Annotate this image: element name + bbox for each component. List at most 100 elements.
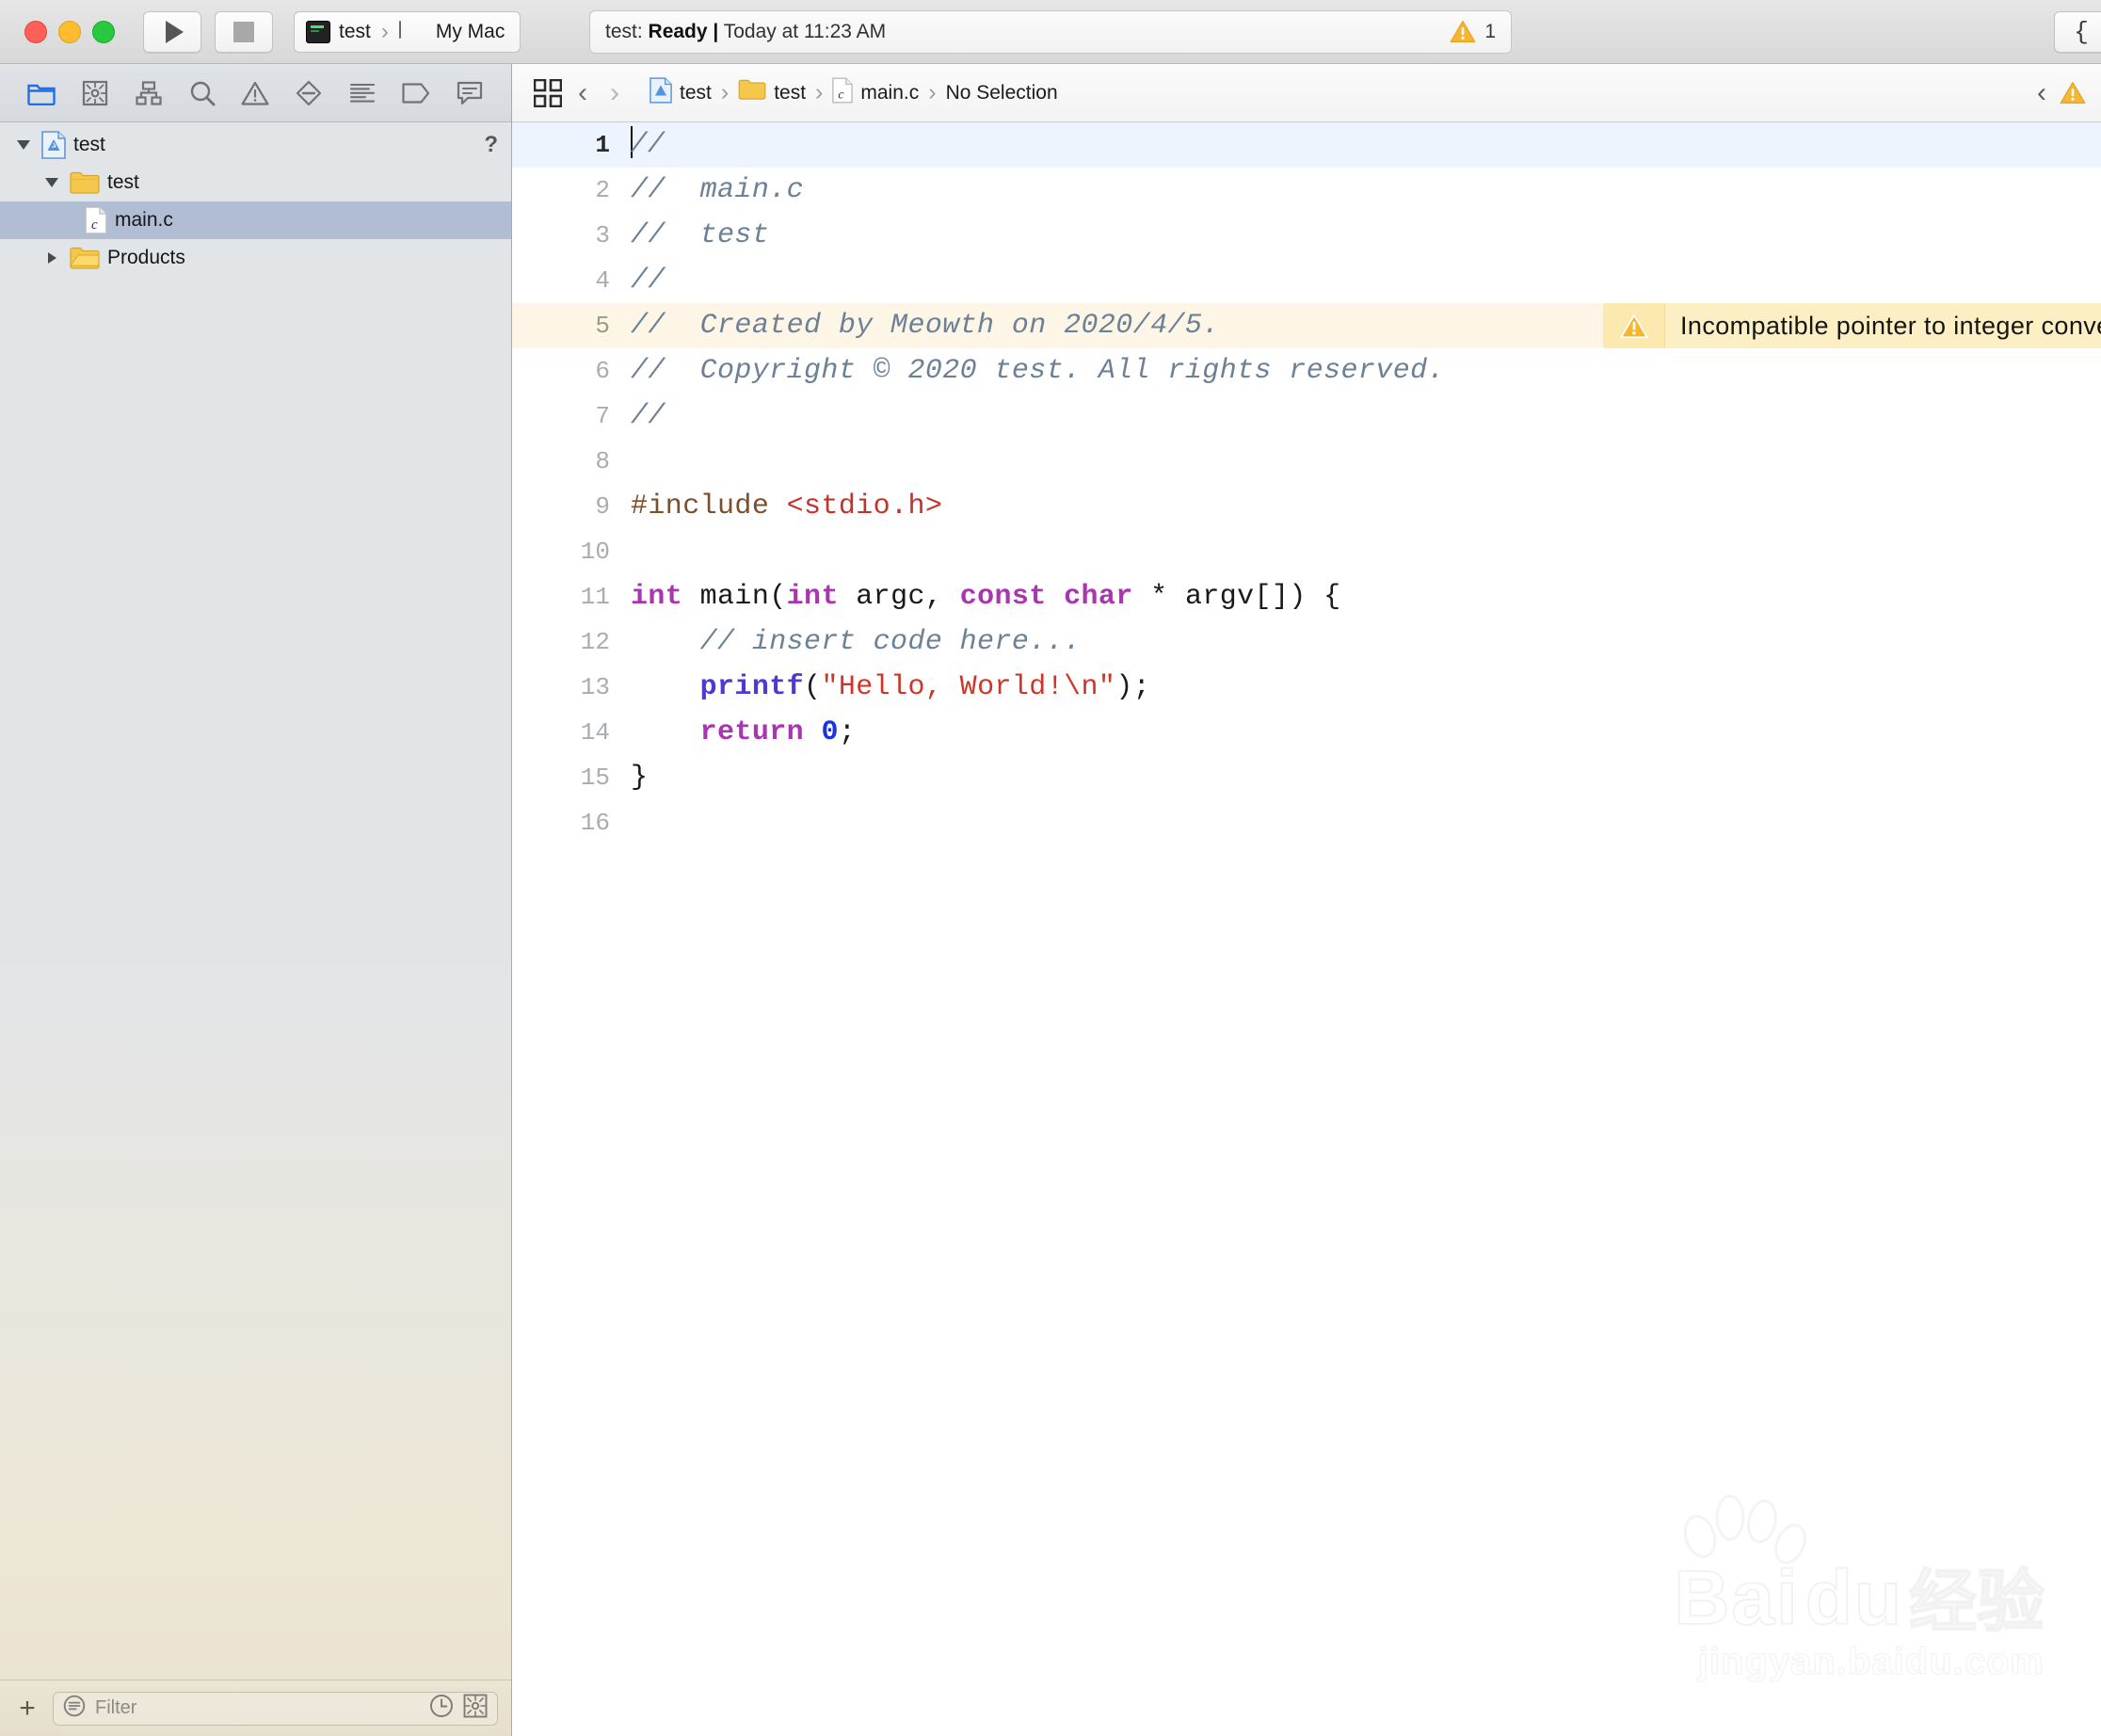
code-line-text[interactable]: // bbox=[629, 122, 2101, 168]
run-button[interactable] bbox=[143, 10, 201, 53]
navigator-filter-bar: + Filter bbox=[0, 1680, 511, 1736]
line-number: 5 bbox=[595, 312, 610, 340]
code-line-text[interactable]: // main.c bbox=[629, 168, 2101, 213]
report-navigator-icon[interactable] bbox=[454, 77, 486, 109]
stop-button[interactable] bbox=[215, 10, 273, 53]
line-number: 2 bbox=[595, 176, 610, 204]
my-mac-icon bbox=[398, 20, 427, 42]
add-item-button[interactable]: + bbox=[11, 1694, 43, 1723]
code-token: 0 bbox=[821, 716, 839, 748]
chevron-left-icon[interactable]: ‹ bbox=[2037, 78, 2046, 107]
debug-navigator-icon[interactable] bbox=[346, 77, 378, 109]
standard-editor-button[interactable]: { bbox=[2054, 10, 2101, 53]
tree-row-folder-test[interactable]: test bbox=[0, 164, 511, 201]
code-line[interactable]: 2 // main.c bbox=[512, 168, 2101, 213]
code-token: return bbox=[699, 716, 805, 748]
line-number: 13 bbox=[580, 673, 610, 701]
chevron-right-icon: › bbox=[815, 79, 824, 105]
code-line-text[interactable]: // insert code here... bbox=[629, 619, 2101, 665]
code-line[interactable]: 1 // bbox=[512, 122, 2101, 168]
folder-icon bbox=[738, 79, 766, 106]
source-control-navigator-icon[interactable] bbox=[79, 77, 111, 109]
code-line-text[interactable]: printf("Hello, World!\n"); bbox=[629, 665, 2101, 710]
activity-status-bar[interactable]: test: Ready | Today at 11:23 AM 1 bbox=[589, 9, 1512, 54]
svg-text:c: c bbox=[839, 87, 844, 101]
folder-icon bbox=[70, 171, 100, 195]
editor-pane: ‹ › test › test › c main.c › No Selectio… bbox=[512, 64, 2101, 1736]
scheme-selector[interactable]: test › My Mac bbox=[294, 10, 521, 53]
code-line[interactable]: 16 bbox=[512, 800, 2101, 845]
code-line-text[interactable]: } bbox=[629, 755, 2101, 800]
disclosure-triangle-icon[interactable] bbox=[41, 248, 62, 268]
code-line-text[interactable]: // Created by Meowth on 2020/4/5. Incompa… bbox=[629, 303, 2101, 348]
disclosure-triangle-icon[interactable] bbox=[13, 135, 34, 155]
folder-icon bbox=[70, 247, 100, 270]
code-line[interactable]: 5 // Created by Meowth on 2020/4/5. Incomp… bbox=[512, 303, 2101, 348]
minimize-window-button[interactable] bbox=[58, 20, 81, 43]
breadcrumb-item-file[interactable]: c main.c bbox=[826, 76, 924, 109]
source-code-editor[interactable]: 1 // 2 // main.c 3 // test 4 // 5 // Created by M… bbox=[512, 122, 2101, 1736]
back-button[interactable]: ‹ bbox=[567, 78, 599, 107]
line-number: 9 bbox=[595, 492, 610, 521]
breadcrumb-item-selection[interactable]: No Selection bbox=[940, 82, 1064, 104]
forward-button[interactable]: › bbox=[599, 78, 631, 107]
code-line[interactable]: 6 // Copyright © 2020 test. All rights re… bbox=[512, 348, 2101, 394]
code-line[interactable]: 10 bbox=[512, 529, 2101, 574]
project-navigator-tree[interactable]: test ? test c main.c Products bbox=[0, 122, 511, 1680]
line-number: 3 bbox=[595, 221, 610, 249]
filter-input-container[interactable]: Filter bbox=[53, 1691, 498, 1726]
breadcrumb-item-folder[interactable]: test bbox=[732, 79, 811, 106]
source-control-filter-icon[interactable] bbox=[463, 1694, 488, 1723]
window-toolbar: test › My Mac test: Ready | Today at 11:… bbox=[0, 0, 2101, 64]
code-line[interactable]: 3 // test bbox=[512, 213, 2101, 258]
recent-icon[interactable] bbox=[429, 1694, 454, 1723]
breadcrumb-label: test bbox=[774, 81, 807, 104]
tree-row-main-c[interactable]: c main.c bbox=[0, 201, 511, 239]
standard-editor-icon: { bbox=[2074, 17, 2089, 46]
code-line-text[interactable]: int main(int argc, const char * argv[]) … bbox=[629, 574, 2101, 619]
zoom-window-button[interactable] bbox=[92, 20, 115, 43]
breakpoint-navigator-icon[interactable] bbox=[400, 77, 432, 109]
code-line[interactable]: 13 printf("Hello, World!\n"); bbox=[512, 665, 2101, 710]
test-navigator-icon[interactable] bbox=[293, 77, 325, 109]
breadcrumb-item-project[interactable]: test bbox=[644, 76, 717, 109]
issue-count-chip[interactable]: 1 bbox=[1450, 20, 1496, 43]
warning-triangle-icon[interactable] bbox=[2060, 81, 2086, 104]
disclosure-triangle-icon[interactable] bbox=[41, 172, 62, 193]
code-token: ); bbox=[1115, 671, 1151, 703]
code-line[interactable]: 9 #include <stdio.h> bbox=[512, 484, 2101, 529]
tree-row-project[interactable]: test ? bbox=[0, 126, 511, 164]
code-token: int bbox=[631, 581, 683, 613]
code-line[interactable]: 14 return 0; bbox=[512, 710, 2101, 755]
code-line[interactable]: 11 int main(int argc, const char * argv[]… bbox=[512, 574, 2101, 619]
code-line[interactable]: 12 // insert code here... bbox=[512, 619, 2101, 665]
watermark-cn: 经验 bbox=[1908, 1562, 2045, 1641]
code-line-text[interactable]: // bbox=[629, 394, 2101, 439]
related-items-icon[interactable] bbox=[529, 74, 567, 112]
code-line-text[interactable]: // bbox=[629, 258, 2101, 303]
code-token: <stdio.h> bbox=[786, 490, 943, 522]
inline-warning-banner[interactable]: Incompatible pointer to integer conve. bbox=[1603, 303, 2101, 348]
code-token: } bbox=[631, 762, 649, 794]
code-line[interactable]: 8 bbox=[512, 439, 2101, 484]
code-line[interactable]: 4 // bbox=[512, 258, 2101, 303]
project-help-badge[interactable]: ? bbox=[484, 132, 498, 158]
close-window-button[interactable] bbox=[24, 20, 47, 43]
code-line-text[interactable]: // test bbox=[629, 213, 2101, 258]
symbol-navigator-icon[interactable] bbox=[133, 77, 165, 109]
project-navigator-icon[interactable] bbox=[25, 77, 57, 109]
filter-input[interactable]: Filter bbox=[95, 1697, 420, 1719]
code-token: const bbox=[959, 581, 1047, 613]
code-line-text[interactable]: return 0; bbox=[629, 710, 2101, 755]
code-line[interactable]: 7 // bbox=[512, 394, 2101, 439]
code-lines-container: 1 // 2 // main.c 3 // test 4 // 5 // Created by M… bbox=[512, 122, 2101, 845]
code-line[interactable]: 15} bbox=[512, 755, 2101, 800]
code-token: char bbox=[1064, 581, 1133, 613]
tree-row-products[interactable]: Products bbox=[0, 239, 511, 277]
issue-navigator-icon[interactable] bbox=[239, 77, 271, 109]
find-navigator-icon[interactable] bbox=[186, 77, 218, 109]
c-file-icon: c bbox=[832, 76, 854, 109]
code-line-text[interactable]: // Copyright © 2020 test. All rights res… bbox=[629, 348, 2101, 394]
code-line-text[interactable]: #include <stdio.h> bbox=[629, 484, 2101, 529]
